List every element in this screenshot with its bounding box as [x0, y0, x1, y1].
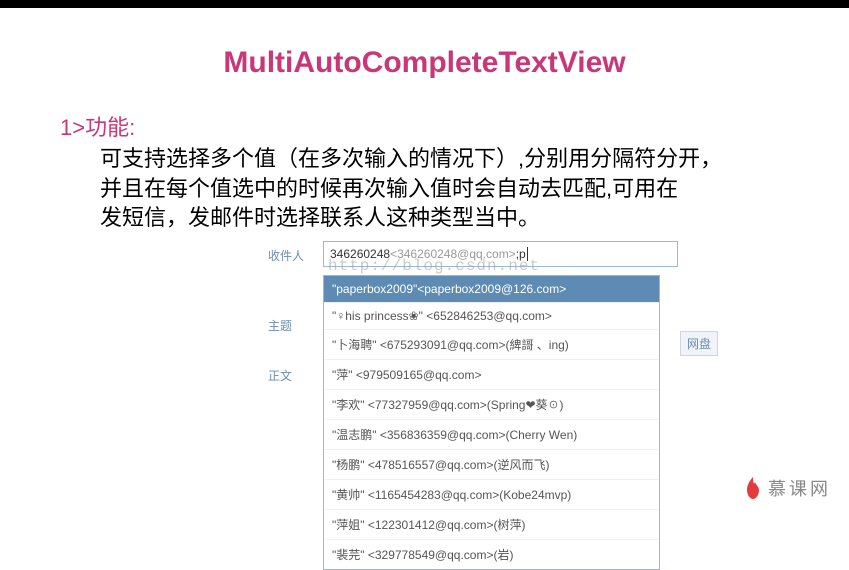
- page-title: MultiAutoCompleteTextView: [0, 46, 849, 80]
- section-body: 可支持选择多个值（在多次输入的情况下）,分别用分隔符分开， 并且在每个值选中的时…: [100, 144, 849, 233]
- section-body-line: 可支持选择多个值（在多次输入的情况下）,分别用分隔符分开，: [100, 144, 849, 174]
- recipient-input[interactable]: 346260248<346260248@qq.com>; p: [323, 241, 678, 267]
- autocomplete-dropdown: "paperbox2009"<paperbox2009@126.com> "♀h…: [323, 275, 660, 570]
- demo-screenshot: http://blog.csdn.net 收件人 346260248<34626…: [268, 241, 678, 570]
- recipient-row: 收件人 346260248<346260248@qq.com>; p: [268, 241, 678, 267]
- partial-input: p: [519, 247, 526, 261]
- subject-label: 主题: [268, 311, 323, 334]
- dropdown-item-selected[interactable]: "paperbox2009"<paperbox2009@126.com>: [324, 276, 659, 303]
- brand-logo: 慕课网: [743, 475, 831, 501]
- dropdown-item[interactable]: "卜海聘" <675293091@qq.com>(綼謌 、ing): [324, 330, 659, 360]
- dropdown-item[interactable]: "杨鹏" <478516557@qq.com>(逆风而飞): [324, 450, 659, 480]
- entered-name: 346260248: [330, 247, 390, 261]
- body-label: 正文: [268, 361, 323, 384]
- text-cursor: [527, 247, 528, 261]
- dropdown-item[interactable]: "裴芫" <329778549@qq.com>(岩): [324, 540, 659, 569]
- recipient-label: 收件人: [268, 241, 323, 264]
- dropdown-item[interactable]: "萍" <979509165@qq.com>: [324, 360, 659, 390]
- dropdown-item[interactable]: "李欢" <77327959@qq.com>(Spring❤葵☉): [324, 390, 659, 420]
- brand-text: 慕课网: [768, 475, 831, 501]
- window-top-bar: [0, 0, 849, 8]
- section-body-line: 并且在每个值选中的时候再次输入值时会自动去匹配,可用在: [100, 174, 849, 204]
- section-body-line: 发短信，发邮件时选择联系人这种类型当中。: [100, 203, 849, 233]
- dropdown-item[interactable]: "温志鹏" <356836359@qq.com>(Cherry Wen): [324, 420, 659, 450]
- dropdown-item[interactable]: "♀his princess❀" <652846253@qq.com>: [324, 303, 659, 330]
- dropdown-item[interactable]: "黄帅" <1165454283@qq.com>(Kobe24mvp): [324, 480, 659, 510]
- section-functionality: 1>功能: 可支持选择多个值（在多次输入的情况下）,分别用分隔符分开， 并且在每…: [0, 110, 849, 233]
- entered-addr: <346260248@qq.com>: [390, 247, 516, 261]
- netdisk-button[interactable]: 网盘: [680, 331, 718, 356]
- section-heading: 1>功能:: [60, 110, 849, 142]
- dropdown-item[interactable]: "萍姐" <122301412@qq.com>(树萍): [324, 510, 659, 540]
- flame-icon: [743, 477, 763, 499]
